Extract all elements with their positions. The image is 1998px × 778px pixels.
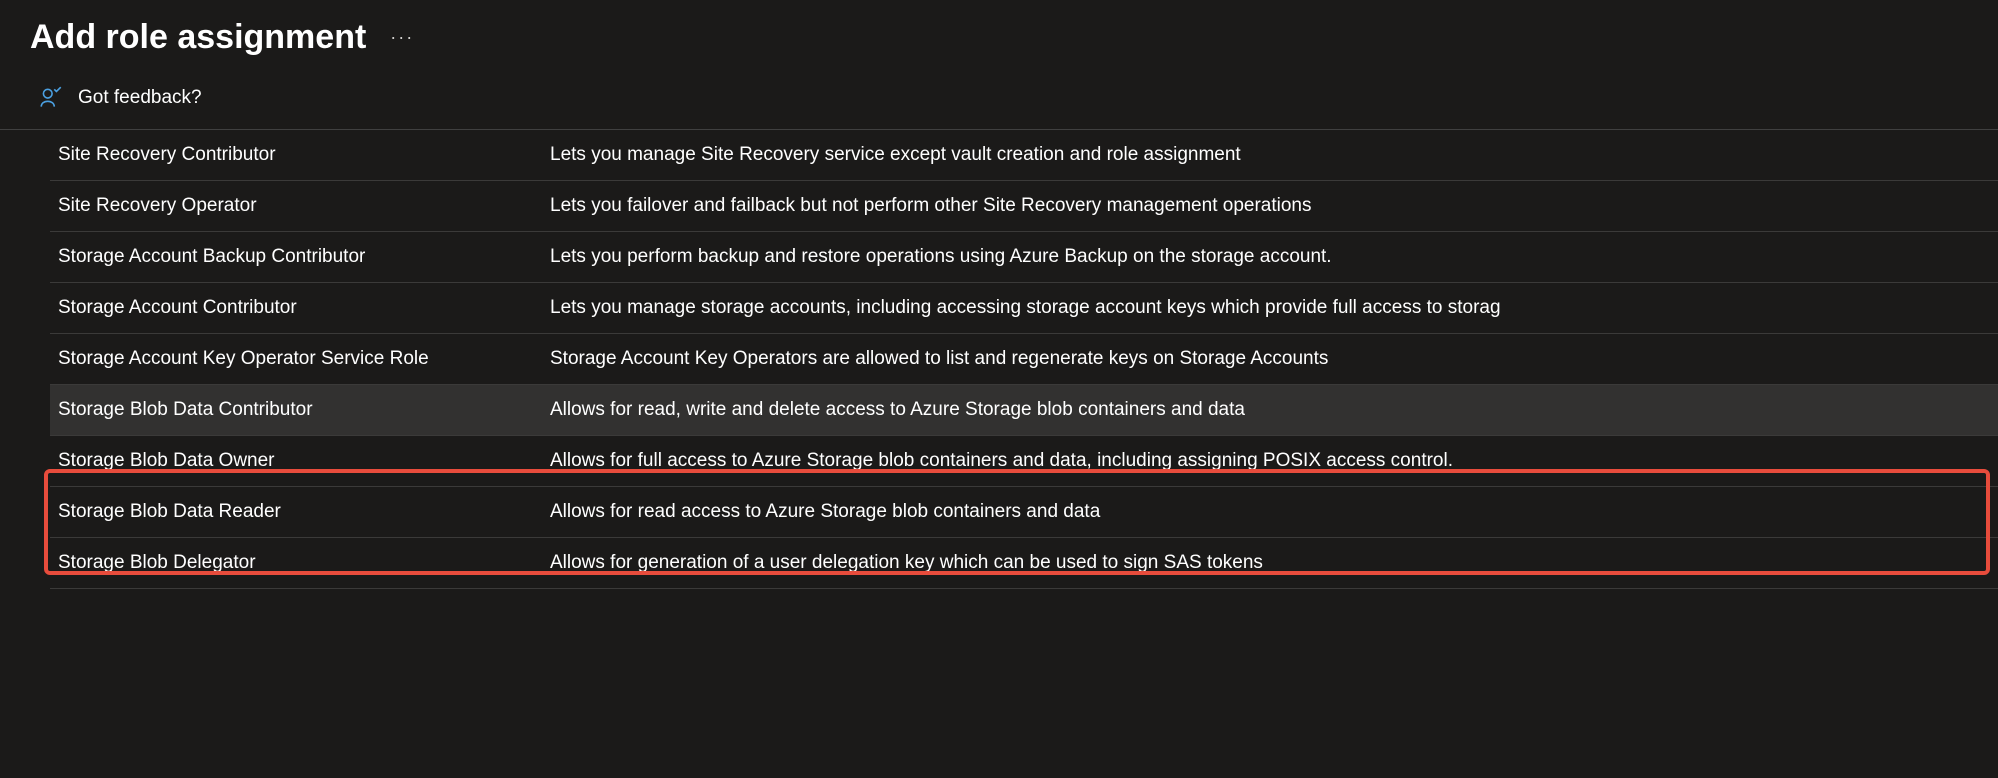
role-row[interactable]: Site Recovery ContributorLets you manage…: [50, 130, 1998, 181]
role-description: Lets you perform backup and restore oper…: [550, 246, 1998, 268]
feedback-bar[interactable]: Got feedback?: [0, 67, 1998, 130]
role-row[interactable]: Storage Blob Data OwnerAllows for full a…: [50, 436, 1998, 487]
role-description: Lets you failover and failback but not p…: [550, 195, 1998, 217]
role-name: Storage Blob Data Reader: [50, 501, 550, 523]
page-header: Add role assignment ···: [0, 0, 1998, 67]
roles-table: Site Recovery ContributorLets you manage…: [0, 130, 1998, 589]
feedback-icon: [38, 85, 64, 111]
role-row[interactable]: Storage Blob Data ContributorAllows for …: [50, 385, 1998, 436]
page-title: Add role assignment: [30, 18, 366, 57]
role-name: Site Recovery Contributor: [50, 144, 550, 166]
role-row[interactable]: Site Recovery OperatorLets you failover …: [50, 181, 1998, 232]
role-name: Site Recovery Operator: [50, 195, 550, 217]
role-name: Storage Blob Data Contributor: [50, 399, 550, 421]
role-description: Allows for generation of a user delegati…: [550, 552, 1998, 574]
role-description: Lets you manage Site Recovery service ex…: [550, 144, 1998, 166]
role-row[interactable]: Storage Account Backup ContributorLets y…: [50, 232, 1998, 283]
role-name: Storage Blob Data Owner: [50, 450, 550, 472]
feedback-link[interactable]: Got feedback?: [78, 87, 202, 109]
role-description: Allows for read, write and delete access…: [550, 399, 1998, 421]
more-actions-icon[interactable]: ···: [390, 27, 414, 48]
role-row[interactable]: Storage Account ContributorLets you mana…: [50, 283, 1998, 334]
content-wrapper: Got feedback? Site Recovery ContributorL…: [0, 67, 1998, 589]
role-description: Storage Account Key Operators are allowe…: [550, 348, 1998, 370]
role-name: Storage Account Contributor: [50, 297, 550, 319]
role-description: Allows for full access to Azure Storage …: [550, 450, 1998, 472]
role-description: Allows for read access to Azure Storage …: [550, 501, 1998, 523]
role-name: Storage Blob Delegator: [50, 552, 550, 574]
role-name: Storage Account Key Operator Service Rol…: [50, 348, 550, 370]
role-row[interactable]: Storage Blob Data ReaderAllows for read …: [50, 487, 1998, 538]
role-name: Storage Account Backup Contributor: [50, 246, 550, 268]
role-row[interactable]: Storage Blob DelegatorAllows for generat…: [50, 538, 1998, 589]
role-row[interactable]: Storage Account Key Operator Service Rol…: [50, 334, 1998, 385]
role-description: Lets you manage storage accounts, includ…: [550, 297, 1998, 319]
